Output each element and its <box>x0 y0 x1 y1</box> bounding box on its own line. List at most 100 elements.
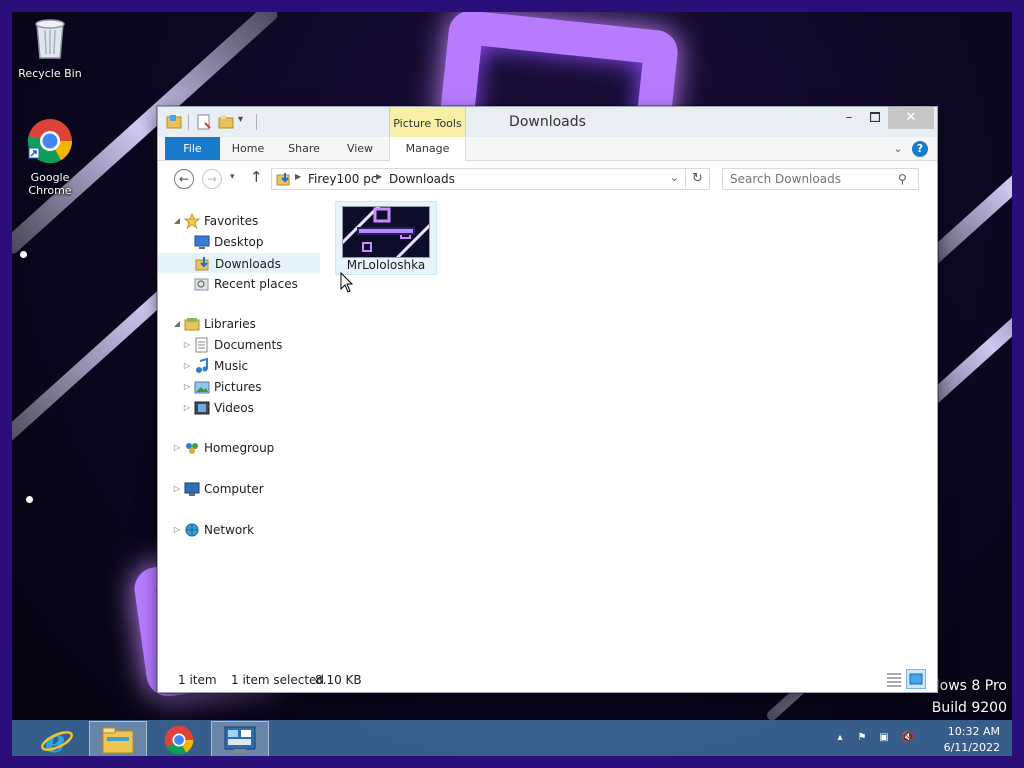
title-bar[interactable]: ▾ Picture Tools Downloads – ✕ <box>158 107 937 137</box>
search-input[interactable] <box>722 168 919 190</box>
up-button[interactable]: ↑ <box>250 168 263 186</box>
nav-group-favorites[interactable]: ◢ Favorites <box>158 211 320 231</box>
recent-places-icon <box>194 278 209 291</box>
breadcrumb-separator-icon[interactable]: ▶ <box>376 172 382 181</box>
tab-view[interactable]: View <box>338 137 382 160</box>
desktop-icon-label: Google Chrome <box>28 171 72 197</box>
explorer-window: ▾ Picture Tools Downloads – ✕ File Home … <box>157 106 938 693</box>
expand-arrow-icon[interactable]: ▷ <box>182 356 192 376</box>
nav-group-label: Favorites <box>204 214 259 228</box>
windows-build-watermark: Build 9200 <box>931 700 1007 716</box>
search-icon[interactable]: ⚲ <box>898 172 907 186</box>
maximize-button[interactable] <box>862 107 888 129</box>
nav-group-libraries[interactable]: ◢ Libraries <box>158 314 320 334</box>
recycle-bin-icon <box>35 19 65 59</box>
help-button[interactable]: ? <box>912 141 928 157</box>
homegroup-icon <box>186 443 198 454</box>
expand-arrow-icon[interactable]: ▷ <box>172 438 182 458</box>
libraries-icon <box>184 318 200 331</box>
expand-arrow-icon[interactable]: ▷ <box>182 398 192 418</box>
tab-home[interactable]: Home <box>226 137 270 160</box>
nav-item-label: Recent places <box>214 277 298 291</box>
expand-arrow-icon[interactable]: ▷ <box>182 377 192 397</box>
nav-item-label: Downloads <box>215 257 281 271</box>
action-center-flag-icon[interactable]: ⚑ <box>854 732 870 748</box>
show-hidden-icons-button[interactable]: ▴ <box>832 732 848 748</box>
desktop-icon-label: Recycle Bin <box>18 67 82 80</box>
control-panel-icon <box>224 726 256 753</box>
computer-icon <box>184 482 200 496</box>
nav-item-downloads[interactable]: Downloads <box>158 253 320 273</box>
file-list-area[interactable]: MrLololoshka <box>330 201 930 661</box>
nav-item-label: Music <box>214 359 249 373</box>
collapse-arrow-icon[interactable]: ◢ <box>172 211 182 231</box>
nav-item-recent-places[interactable]: Recent places <box>158 274 320 294</box>
network-icon <box>185 523 199 537</box>
desktop-icon-chrome[interactable]: Google Chrome <box>12 118 88 197</box>
nav-item-desktop[interactable]: Desktop <box>158 232 320 252</box>
minimize-button[interactable]: – <box>836 107 862 129</box>
item-count: 1 item <box>178 673 217 687</box>
taskbar-control-panel[interactable] <box>211 721 269 759</box>
back-button[interactable]: ← <box>174 169 194 189</box>
address-history-dropdown[interactable]: ⌄ <box>670 171 679 184</box>
large-icons-view-button[interactable] <box>906 669 926 689</box>
nav-group-label: Computer <box>204 482 264 496</box>
file-item[interactable]: MrLololoshka <box>335 201 437 275</box>
taskbar-chrome[interactable] <box>150 721 208 759</box>
taskbar-file-explorer[interactable] <box>89 721 147 759</box>
nav-item-pictures[interactable]: ▷ Pictures <box>158 377 320 397</box>
navigation-bar: ← → ▾ ↑ ▶ Firey100 pc ▶ Downloads ⌄ ↻ ⚲ <box>158 162 937 195</box>
expand-arrow-icon[interactable]: ▷ <box>182 335 192 355</box>
collapse-arrow-icon[interactable]: ◢ <box>172 314 182 334</box>
nav-item-videos[interactable]: ▷ Videos <box>158 398 320 418</box>
close-button[interactable]: ✕ <box>888 107 934 129</box>
clock-date: 6/11/2022 <box>943 741 1000 754</box>
star-icon <box>184 213 200 229</box>
desktop-icon <box>194 235 210 249</box>
large-icons-view-icon <box>909 673 923 685</box>
windows-edition-watermark: dows 8 Pro <box>930 678 1007 694</box>
nav-group-label: Libraries <box>204 317 256 331</box>
desktop-icon-recycle-bin[interactable]: Recycle Bin <box>12 16 88 80</box>
forward-button[interactable]: → <box>202 169 222 189</box>
image-thumbnail <box>342 206 430 258</box>
tab-file[interactable]: File <box>165 137 220 160</box>
address-bar[interactable]: ▶ Firey100 pc ▶ Downloads ⌄ <box>271 168 686 190</box>
file-explorer-icon <box>102 727 134 754</box>
file-name: MrLololoshka <box>346 258 426 272</box>
nav-item-music[interactable]: ▷ Music <box>158 356 320 376</box>
tab-share[interactable]: Share <box>282 137 326 160</box>
nav-group-computer[interactable]: ▷ Computer <box>158 479 320 499</box>
taskbar-internet-explorer[interactable]: e <box>28 721 86 760</box>
expand-arrow-icon[interactable]: ▷ <box>172 479 182 499</box>
nav-item-label: Pictures <box>214 380 262 394</box>
documents-icon <box>195 337 208 353</box>
taskbar: e ▴ ⚑ ▣ 🔇 10:32 AM 6/11/2022 <box>12 720 1012 760</box>
pictures-icon <box>194 381 210 394</box>
network-tray-icon[interactable]: ▣ <box>876 732 892 748</box>
internet-explorer-icon: e <box>41 722 73 760</box>
nav-item-documents[interactable]: ▷ Documents <box>158 335 320 355</box>
breadcrumb-separator-icon[interactable]: ▶ <box>295 172 301 181</box>
breadcrumb-segment[interactable]: Downloads <box>389 172 455 186</box>
expand-arrow-icon[interactable]: ▷ <box>172 520 182 540</box>
nav-group-label: Network <box>204 523 255 537</box>
maximize-icon <box>869 111 881 123</box>
clock-time: 10:32 AM <box>947 725 1000 738</box>
mouse-cursor-icon <box>340 272 354 293</box>
details-view-button[interactable] <box>884 669 904 689</box>
nav-item-label: Documents <box>214 338 283 352</box>
wallpaper-dot <box>20 251 27 258</box>
nav-group-label: Homegroup <box>204 441 275 455</box>
expand-ribbon-button[interactable]: ⌄ <box>888 137 908 160</box>
tab-manage[interactable]: Manage <box>389 137 466 160</box>
refresh-button[interactable]: ↻ <box>686 168 710 190</box>
recent-locations-dropdown[interactable]: ▾ <box>230 172 235 182</box>
breadcrumb-segment[interactable]: Firey100 pc <box>308 172 377 186</box>
videos-icon <box>194 401 210 415</box>
volume-muted-icon[interactable]: 🔇 <box>900 732 916 748</box>
system-clock[interactable]: 10:32 AM 6/11/2022 <box>944 724 1000 756</box>
nav-group-network[interactable]: ▷ Network <box>158 520 320 540</box>
nav-group-homegroup[interactable]: ▷ Homegroup <box>158 438 320 458</box>
